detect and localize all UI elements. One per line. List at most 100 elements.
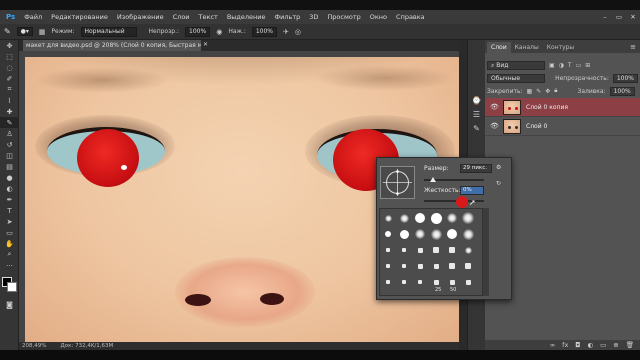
brush-preset-thumb[interactable] xyxy=(449,263,455,269)
history-brush-tool-icon[interactable]: ↺ xyxy=(0,139,19,150)
quick-select-tool-icon[interactable]: ✐ xyxy=(0,73,19,84)
layer-row-copy[interactable]: 👁︎ Слой 0 копия xyxy=(485,98,640,117)
history-panel-icon[interactable]: ⌚ xyxy=(468,96,485,110)
brush-reset-icon[interactable]: ↻ xyxy=(496,180,501,187)
more-tools-icon[interactable]: ··· xyxy=(0,260,19,271)
menu-item-image[interactable]: Изображение xyxy=(117,13,164,21)
brush-preset-thumb[interactable] xyxy=(449,279,455,285)
mask-icon[interactable]: ◘ xyxy=(575,341,580,349)
brush-settings-icon[interactable]: ✎ xyxy=(468,124,485,138)
layer-opacity-input[interactable]: 100% xyxy=(612,73,638,83)
brush-preset-thumb[interactable] xyxy=(402,280,406,284)
brush-preset-thumb[interactable] xyxy=(417,263,423,269)
maximize-icon[interactable]: ▭ xyxy=(612,10,626,24)
pressure-opacity-icon[interactable]: ◉ xyxy=(216,28,222,36)
brush-preset-thumb[interactable] xyxy=(465,279,471,285)
link-icon[interactable]: ∞ xyxy=(550,341,555,349)
layer-row-base[interactable]: 👁︎ Слой 0 xyxy=(485,117,640,136)
shape-tool-icon[interactable]: ▭ xyxy=(0,227,19,238)
flow-input[interactable]: 100% xyxy=(251,26,277,37)
brush-preset-thumb[interactable] xyxy=(433,247,439,253)
layer-name[interactable]: Слой 0 xyxy=(526,123,547,130)
brush-preset-thumb[interactable] xyxy=(465,263,471,269)
pen-tool-icon[interactable]: ✒ xyxy=(0,194,19,205)
gradient-tool-icon[interactable]: ▤ xyxy=(0,161,19,172)
menu-item-filter[interactable]: Фильтр xyxy=(275,13,301,21)
brush-preset-thumb[interactable] xyxy=(384,214,392,222)
stamp-tool-icon[interactable]: ♙ xyxy=(0,128,19,139)
airbrush-icon[interactable]: ✈ xyxy=(283,28,289,36)
background-color[interactable] xyxy=(7,282,17,292)
adjustment-icon[interactable]: ◐ xyxy=(587,341,593,349)
properties-panel-icon[interactable]: ☰ xyxy=(468,110,485,124)
type-tool-icon[interactable]: T xyxy=(0,205,19,216)
brush-preset-thumb[interactable] xyxy=(447,229,457,239)
quick-mask-icon[interactable]: ◙ xyxy=(0,299,19,310)
brush-panel-icon[interactable]: ▦ xyxy=(39,28,46,36)
menu-item-file[interactable]: Файл xyxy=(24,13,42,21)
lasso-tool-icon[interactable]: ◌ xyxy=(0,62,19,73)
brush-preset-thumb[interactable] xyxy=(433,263,439,269)
eraser-tool-icon[interactable]: ◫ xyxy=(0,150,19,161)
filter-shape-icon[interactable]: ▭ xyxy=(576,62,582,69)
brush-preset-thumb[interactable] xyxy=(462,228,474,240)
menu-item-view[interactable]: Просмотр xyxy=(327,13,360,21)
brush-preset-picker[interactable]: ●▾ xyxy=(16,27,33,36)
brush-preset-thumb[interactable] xyxy=(418,280,422,284)
brush-preset-thumb[interactable] xyxy=(385,231,391,237)
menu-item-window[interactable]: Окно xyxy=(370,13,387,21)
brush-size-input[interactable]: 29 пикс. xyxy=(460,164,492,173)
pressure-size-icon[interactable]: ◎ xyxy=(295,28,301,36)
panel-menu-icon[interactable]: ≡ xyxy=(630,43,636,51)
brush-tool-icon[interactable]: ✎ xyxy=(4,27,11,36)
lock-paint-icon[interactable]: ✎ xyxy=(536,88,541,95)
brush-hardness-input[interactable]: 0% xyxy=(460,186,484,195)
healing-tool-icon[interactable]: ✚ xyxy=(0,106,19,117)
lock-all-icon[interactable]: 🔒︎ xyxy=(554,87,557,95)
path-select-tool-icon[interactable]: ➤ xyxy=(0,216,19,227)
color-swatches[interactable] xyxy=(0,275,19,297)
brush-preset-thumb[interactable] xyxy=(402,248,406,252)
eyedropper-tool-icon[interactable]: ⌇ xyxy=(0,95,19,106)
brush-preset-thumb[interactable] xyxy=(386,248,390,252)
blend-mode-select[interactable]: Обычные xyxy=(487,73,546,83)
crop-tool-icon[interactable]: ⌗ xyxy=(0,84,19,95)
tab-paths[interactable]: Контуры xyxy=(543,42,578,53)
brush-preset-thumb[interactable] xyxy=(415,213,425,223)
blur-tool-icon[interactable]: ● xyxy=(0,172,19,183)
lock-move-icon[interactable]: ✥ xyxy=(545,88,550,95)
brush-grid-scrollbar[interactable] xyxy=(483,208,489,296)
document-tab[interactable]: макет для видео.psd @ 208% (Слой 0 копия… xyxy=(23,40,201,51)
marquee-tool-icon[interactable]: ⬚ xyxy=(0,51,19,62)
filter-type-icon[interactable]: T xyxy=(568,62,572,69)
brush-preset-thumb[interactable] xyxy=(447,213,457,223)
brush-preset-thumb[interactable] xyxy=(417,247,423,253)
zoom-level[interactable]: 208,49% xyxy=(22,342,46,350)
brush-settings-gear-icon[interactable]: ⚙ xyxy=(496,164,501,171)
brush-preset-thumb[interactable] xyxy=(399,229,409,239)
document-tab-close-icon[interactable]: ✕ xyxy=(203,41,208,48)
app-logo[interactable]: Ps xyxy=(6,13,15,21)
brush-angle-preview[interactable] xyxy=(380,166,415,199)
filter-pixel-icon[interactable]: ▣ xyxy=(549,62,555,69)
mode-select[interactable]: Нормальный xyxy=(80,26,137,37)
layer-name[interactable]: Слой 0 копия xyxy=(526,104,568,111)
fx-icon[interactable]: fx xyxy=(562,341,568,349)
layer-kind-filter[interactable]: ⌕ Вид xyxy=(487,60,545,70)
brush-preset-thumb[interactable] xyxy=(415,229,425,239)
menu-item-layers[interactable]: Слои xyxy=(173,13,190,21)
tab-layers[interactable]: Слои xyxy=(487,42,511,53)
lock-pixels-icon[interactable]: ▦ xyxy=(527,88,533,95)
new-layer-icon[interactable]: ⊕ xyxy=(613,341,618,349)
brush-preset-thumb[interactable] xyxy=(386,280,390,284)
brush-preset-thumb[interactable] xyxy=(433,279,439,285)
close-icon[interactable]: ✕ xyxy=(626,10,640,24)
brush-tool-icon[interactable]: ✎ xyxy=(0,117,19,128)
filter-adjust-icon[interactable]: ◑ xyxy=(559,62,564,69)
folder-icon[interactable]: ▭ xyxy=(600,341,606,349)
dodge-tool-icon[interactable]: ◐ xyxy=(0,183,19,194)
brush-preset-thumb[interactable] xyxy=(402,264,406,268)
hand-tool-icon[interactable]: ✋ xyxy=(0,238,19,249)
visibility-eye-icon[interactable]: 👁︎ xyxy=(490,103,499,111)
menu-item-text[interactable]: Текст xyxy=(199,13,218,21)
